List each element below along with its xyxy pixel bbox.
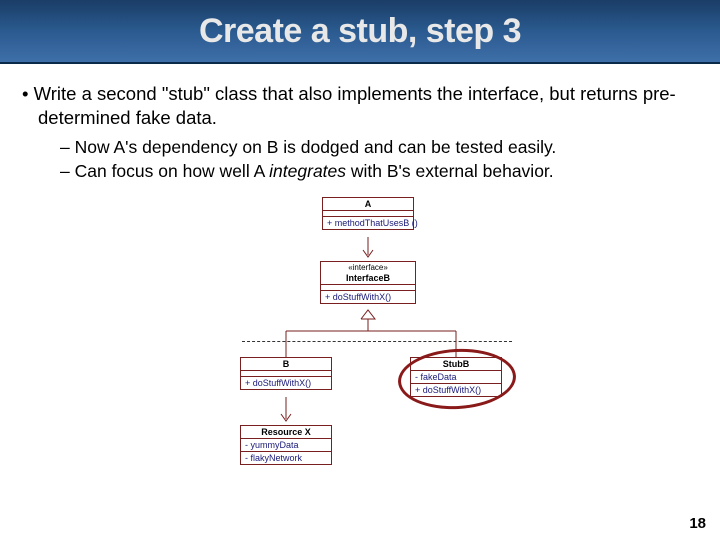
sub-bullet-2: Can focus on how well A integrates with … bbox=[60, 160, 698, 184]
page-number: 18 bbox=[689, 515, 706, 532]
title-bar: Create a stub, step 3 bbox=[0, 0, 720, 64]
uml-ib-stereo: «interface» bbox=[321, 262, 415, 273]
uml-a-op: + methodThatUsesB () bbox=[323, 217, 413, 229]
uml-a-name: A bbox=[323, 198, 413, 211]
uml-rx-attr2: - flakyNetwork bbox=[241, 452, 331, 464]
sub-bullet-2-b: with B's external behavior. bbox=[346, 161, 554, 181]
uml-resource-x: Resource X - yummyData - flakyNetwork bbox=[240, 425, 332, 465]
uml-interface-b: «interface» InterfaceB + doStuffWithX() bbox=[320, 261, 416, 304]
slide-title: Create a stub, step 3 bbox=[199, 12, 521, 51]
bullet-main-text: Write a second "stub" class that also im… bbox=[34, 83, 676, 128]
separator-dashed-line bbox=[242, 341, 512, 342]
uml-ib-op: + doStuffWithX() bbox=[321, 291, 415, 303]
sub-bullet-2-a: Can focus on how well A bbox=[75, 161, 270, 181]
sub-bullet-1: Now A's dependency on B is dodged and ca… bbox=[60, 136, 698, 160]
uml-diagram: A + methodThatUsesB () «interface» Inter… bbox=[150, 197, 570, 487]
sub-bullet-1-text: Now A's dependency on B is dodged and ca… bbox=[75, 137, 557, 157]
uml-b-name: B bbox=[241, 358, 331, 371]
uml-ib-name: InterfaceB bbox=[321, 273, 415, 285]
content-area: Write a second "stub" class that also im… bbox=[0, 64, 720, 487]
bullet-main: Write a second "stub" class that also im… bbox=[22, 82, 698, 130]
sub-bullet-list: Now A's dependency on B is dodged and ca… bbox=[22, 136, 698, 183]
highlight-ring bbox=[397, 346, 518, 412]
sub-bullet-2-em: integrates bbox=[269, 161, 346, 181]
uml-class-b: B + doStuffWithX() bbox=[240, 357, 332, 390]
uml-connectors bbox=[150, 197, 570, 487]
uml-b-op: + doStuffWithX() bbox=[241, 377, 331, 389]
uml-rx-name: Resource X bbox=[241, 426, 331, 439]
uml-rx-attr1: - yummyData bbox=[241, 439, 331, 452]
uml-class-a: A + methodThatUsesB () bbox=[322, 197, 414, 230]
